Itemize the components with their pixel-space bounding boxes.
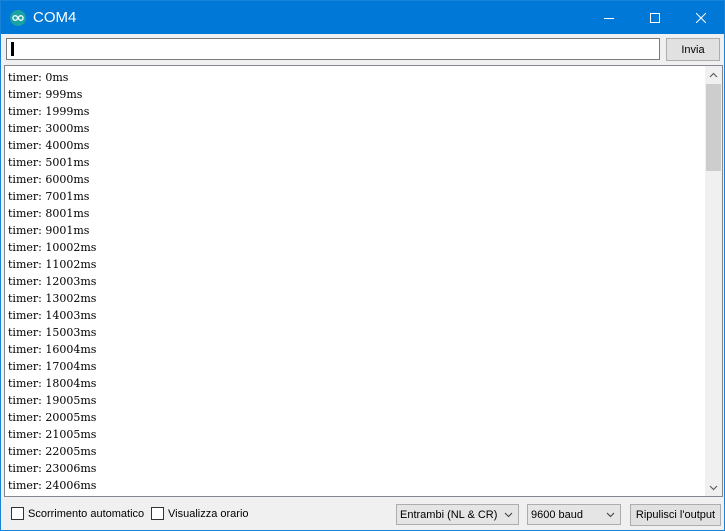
output-line: timer: 4000ms — [8, 139, 90, 152]
bottom-toolbar: Scorrimento automatico Visualizza orario… — [1, 498, 724, 530]
output-line: timer: 9001ms — [8, 224, 90, 237]
output-line: timer: 14003ms — [8, 309, 97, 322]
output-line: timer: 17004ms — [8, 360, 97, 373]
autoscroll-option[interactable]: Scorrimento automatico — [11, 507, 144, 520]
serial-output[interactable]: timer: 0ms timer: 999ms timer: 1999ms timer… — [4, 65, 723, 497]
window-title: COM4 — [33, 9, 77, 26]
close-icon — [696, 12, 706, 23]
close-button[interactable] — [678, 1, 724, 34]
output-line: timer: 6000ms — [8, 173, 90, 186]
timestamp-label: Visualizza orario — [168, 507, 249, 520]
output-line: timer: 21005ms — [8, 428, 97, 441]
output-line: timer: 13002ms — [8, 292, 97, 305]
output-text: timer: 0ms timer: 999ms timer: 1999ms timer… — [8, 69, 704, 494]
scroll-up-button[interactable] — [705, 66, 722, 83]
send-row: Invia — [1, 34, 724, 65]
minimize-icon — [604, 17, 614, 19]
output-line: timer: 15003ms — [8, 326, 97, 339]
output-line: timer: 16004ms — [8, 343, 97, 356]
chevron-down-icon — [709, 485, 718, 490]
output-line: timer: 22005ms — [8, 445, 97, 458]
chevron-down-icon — [606, 512, 615, 518]
output-line: timer: 23006ms — [8, 462, 97, 475]
output-line: timer: 5001ms — [8, 156, 90, 169]
output-line: timer: 8001ms — [8, 207, 90, 220]
send-input[interactable] — [6, 38, 660, 60]
output-line: timer: 999ms — [8, 88, 83, 101]
output-line: timer: 7001ms — [8, 190, 90, 203]
minimize-button[interactable] — [586, 1, 632, 34]
maximize-icon — [650, 12, 660, 23]
output-line: timer: 19005ms — [8, 394, 97, 407]
chevron-up-icon — [709, 72, 718, 77]
output-line: timer: 12003ms — [8, 275, 97, 288]
output-line: timer: 20005ms — [8, 411, 97, 424]
autoscroll-checkbox[interactable] — [11, 507, 24, 520]
maximize-button[interactable] — [632, 1, 678, 34]
output-line: timer: 3000ms — [8, 122, 90, 135]
vertical-scrollbar[interactable] — [705, 66, 722, 496]
serial-monitor-window: COM4 Invia timer: 0ms timer: 999ms timer… — [0, 0, 725, 531]
output-line: timer: 11002ms — [8, 258, 97, 271]
text-caret — [11, 42, 14, 56]
scroll-thumb[interactable] — [706, 84, 721, 171]
timestamp-option[interactable]: Visualizza orario — [151, 507, 249, 520]
baud-rate-value: 9600 baud — [531, 508, 583, 521]
baud-rate-select[interactable]: 9600 baud — [527, 504, 621, 525]
output-line: timer: 0ms — [8, 71, 69, 84]
scroll-down-button[interactable] — [705, 479, 722, 496]
send-button[interactable]: Invia — [666, 38, 720, 61]
clear-output-button[interactable]: Ripulisci l'output — [630, 504, 721, 526]
timestamp-checkbox[interactable] — [151, 507, 164, 520]
line-ending-select[interactable]: Entrambi (NL & CR) — [396, 504, 519, 525]
line-ending-value: Entrambi (NL & CR) — [400, 508, 498, 521]
output-line: timer: 1999ms — [8, 105, 90, 118]
window-controls — [586, 1, 724, 34]
output-line: timer: 10002ms — [8, 241, 97, 254]
output-line: timer: 24006ms — [8, 479, 97, 492]
arduino-icon — [10, 9, 26, 26]
output-line: timer: 18004ms — [8, 377, 97, 390]
chevron-down-icon — [504, 512, 513, 518]
autoscroll-label: Scorrimento automatico — [28, 507, 145, 520]
title-bar[interactable]: COM4 — [1, 1, 724, 34]
